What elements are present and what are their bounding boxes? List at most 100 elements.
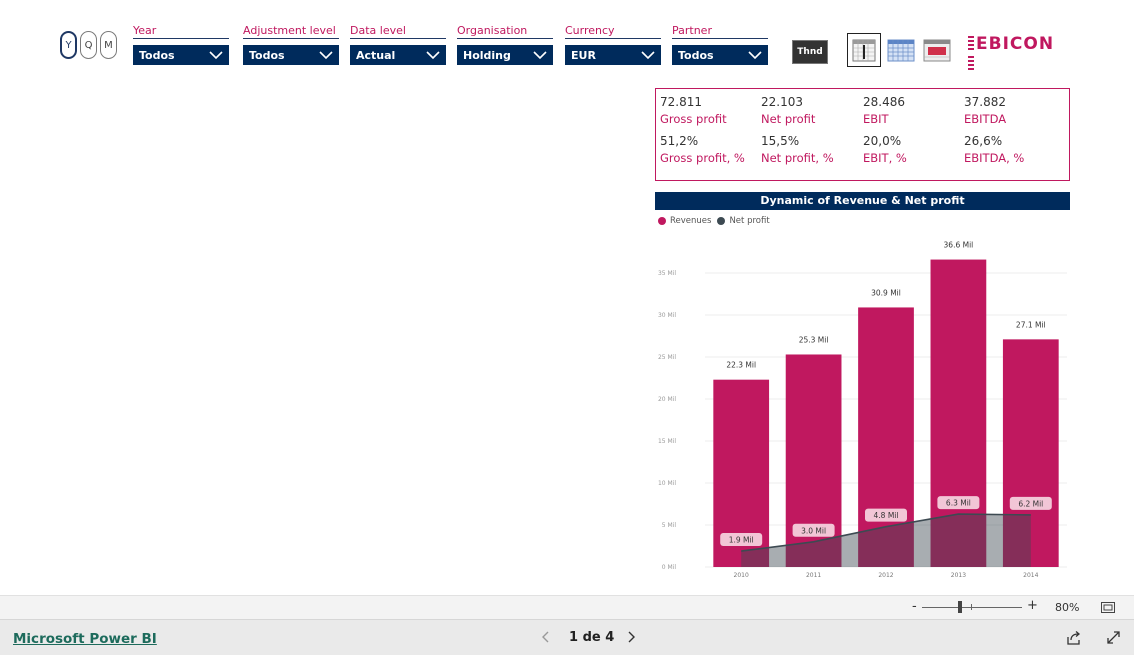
legend-net-profit-label[interactable]: Net profit [729, 216, 769, 226]
table-grid-icon [887, 39, 915, 62]
chart-title: Dynamic of Revenue & Net profit [655, 192, 1070, 210]
chevron-down-icon [641, 51, 655, 60]
kpi-label: EBITDA, % [964, 151, 1025, 165]
slicer-adjustment-level: Adjustment level Todos [243, 24, 339, 65]
zoom-slider-thumb[interactable] [958, 601, 962, 613]
y-tick-label: 0 Mil [662, 564, 677, 571]
kpi-label: Net profit [761, 112, 816, 126]
view-detail-button[interactable] [920, 33, 954, 67]
kpi-net-profit-pct: 15,5% Net profit, % [761, 134, 861, 166]
kpi-ebitda-pct: 26,6% EBITDA, % [964, 134, 1064, 166]
slicer-label: Adjustment level [243, 24, 339, 39]
zoom-bar: - + 80% [0, 595, 1134, 619]
period-quarter-toggle[interactable]: Q [80, 31, 97, 59]
chevron-down-icon [319, 51, 333, 60]
y-tick-label: 5 Mil [662, 522, 677, 529]
x-tick-label: 2010 [734, 572, 749, 579]
summary-grid-icon [852, 39, 876, 62]
zoom-slider-track[interactable] [922, 607, 1022, 608]
y-tick-label: 10 Mil [658, 480, 676, 487]
detail-grid-icon [923, 39, 951, 62]
chevron-down-icon [426, 51, 440, 60]
chevron-down-icon [533, 51, 547, 60]
slicer-label: Data level [350, 24, 446, 39]
page-indicator: 1 de 4 [569, 630, 615, 645]
kpi-value: 51,2% [660, 134, 699, 148]
legend-revenues-label[interactable]: Revenues [670, 216, 711, 226]
kpi-value: 26,6% [964, 134, 1003, 148]
chevron-down-icon [748, 51, 762, 60]
kpi-label: Net profit, % [761, 151, 834, 165]
dropdown-value: Actual [356, 48, 396, 62]
kpi-ebit-pct: 20,0% EBIT, % [863, 134, 963, 166]
slicer-label: Organisation [457, 24, 553, 39]
power-bi-link[interactable]: Microsoft Power BI [13, 631, 157, 647]
next-page-icon[interactable] [624, 629, 638, 645]
x-tick-label: 2012 [878, 572, 893, 579]
slicer-label: Year [133, 24, 229, 39]
zoom-level: 80% [1055, 601, 1080, 614]
thousands-button[interactable]: Thnd [792, 40, 828, 64]
y-tick-label: 30 Mil [658, 312, 676, 319]
y-tick-label: 20 Mil [658, 396, 676, 403]
partner-dropdown[interactable]: Todos [672, 45, 768, 65]
fit-to-page-icon[interactable] [1101, 602, 1115, 613]
net-profit-data-label: 1.9 Mil [729, 536, 754, 545]
revenue-data-label: 27.1 Mil [1016, 320, 1046, 329]
chart-legend: Revenues Net profit [658, 215, 770, 227]
kpi-value: 72.811 [660, 95, 702, 109]
slicer-currency: Currency EUR [565, 24, 661, 65]
y-tick-label: 25 Mil [658, 354, 676, 361]
previous-page-icon[interactable] [539, 629, 553, 645]
net-profit-data-label: 3.0 Mil [801, 526, 826, 535]
view-summary-button[interactable] [847, 33, 881, 67]
kpi-value: 28.486 [863, 95, 905, 109]
year-dropdown[interactable]: Todos [133, 45, 229, 65]
slicer-year: Year Todos [133, 24, 229, 65]
fullscreen-icon[interactable] [1106, 630, 1121, 645]
kpi-gross-profit-pct: 51,2% Gross profit, % [660, 134, 760, 166]
dropdown-value: EUR [571, 48, 596, 62]
organisation-dropdown[interactable]: Holding [457, 45, 553, 65]
zoom-slider-tick [971, 604, 972, 610]
data-level-dropdown[interactable]: Actual [350, 45, 446, 65]
chevron-down-icon [209, 51, 223, 60]
slicer-label: Partner [672, 24, 768, 39]
zoom-out-button[interactable]: - [912, 599, 917, 614]
adjustment-level-dropdown[interactable]: Todos [243, 45, 339, 65]
dropdown-value: Todos [678, 48, 714, 62]
dropdown-value: Holding [463, 48, 511, 62]
net-profit-data-label: 6.2 Mil [1018, 499, 1043, 508]
dropdown-value: Todos [139, 48, 175, 62]
revenue-data-label: 25.3 Mil [799, 335, 829, 344]
slicer-organisation: Organisation Holding [457, 24, 553, 65]
kpi-label: EBIT, % [863, 151, 907, 165]
kpi-value: 37.882 [964, 95, 1006, 109]
y-tick-label: 15 Mil [658, 438, 676, 445]
currency-dropdown[interactable]: EUR [565, 45, 661, 65]
legend-revenues-marker [658, 217, 666, 225]
kpi-label: Gross profit, % [660, 151, 745, 165]
ebicon-logo: EBICON [966, 34, 1062, 72]
period-month-toggle[interactable]: M [100, 31, 117, 59]
view-table-button[interactable] [884, 33, 918, 67]
share-icon[interactable] [1066, 630, 1082, 646]
zoom-in-button[interactable]: + [1027, 598, 1038, 613]
revenue-net-profit-chart[interactable]: 0 Mil 5 Mil 10 Mil 15 Mil 20 Mil 25 Mil 30 Mil… [655, 228, 1070, 586]
y-tick-label: 35 Mil [658, 270, 676, 277]
kpi-ebit: 28.486 EBIT [863, 95, 963, 127]
kpi-label: EBITDA [964, 112, 1007, 126]
kpi-value: 22.103 [761, 95, 803, 109]
x-tick-label: 2013 [951, 572, 966, 579]
net-profit-data-label: 6.3 Mil [946, 499, 971, 508]
kpi-gross-profit: 72.811 Gross profit [660, 95, 760, 127]
revenue-data-label: 22.3 Mil [726, 361, 756, 370]
slicer-partner: Partner Todos [672, 24, 768, 65]
slicer-label: Currency [565, 24, 661, 39]
legend-net-profit-marker [717, 217, 726, 225]
slicer-data-level: Data level Actual [350, 24, 446, 65]
revenue-data-label: 36.6 Mil [944, 241, 974, 250]
period-year-toggle[interactable]: Y [60, 31, 77, 59]
x-tick-label: 2014 [1023, 572, 1038, 579]
x-tick-label: 2011 [806, 572, 821, 579]
